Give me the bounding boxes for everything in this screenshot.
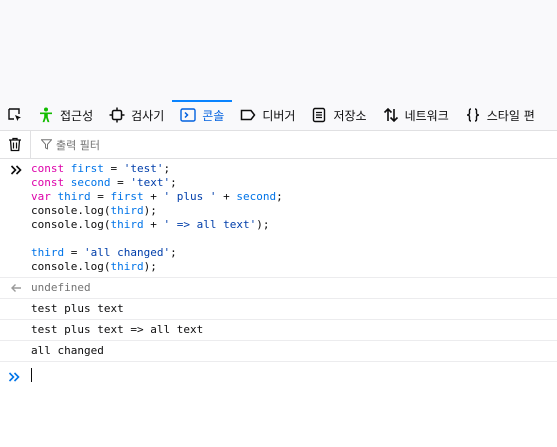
tab-label: 스타일 편 (486, 108, 535, 123)
tab-label: 접근성 (60, 108, 94, 123)
devtools-toolbar: 접근성 검사기 콘솔 디버거 저장소 네트워크 스타일 편 (0, 100, 557, 131)
result-value: undefined (31, 281, 91, 294)
result-entry: undefined (0, 278, 557, 299)
trash-icon (9, 137, 21, 152)
console-icon (180, 108, 196, 122)
filter-icon (41, 139, 52, 150)
tab-label: 저장소 (333, 108, 367, 123)
storage-icon (313, 107, 326, 123)
tab-accessibility[interactable]: 접근성 (30, 100, 101, 130)
tab-style-editor[interactable]: 스타일 편 (457, 100, 543, 130)
accessibility-icon (40, 107, 52, 123)
log-text: test plus text => all text (31, 323, 204, 336)
tab-label: 검사기 (131, 108, 165, 123)
page-blank-area (0, 0, 557, 100)
tab-console[interactable]: 콘솔 (172, 100, 233, 130)
console-output: const first = 'test'; const second = 'te… (0, 159, 557, 362)
tab-inspector[interactable]: 검사기 (101, 100, 172, 130)
console-input-row[interactable] (0, 362, 557, 386)
tab-storage[interactable]: 저장소 (303, 100, 374, 130)
network-icon (383, 107, 398, 123)
input-chevron-icon (8, 163, 24, 177)
tab-label: 네트워크 (404, 108, 449, 123)
element-picker-button[interactable] (0, 100, 30, 130)
text-cursor (31, 368, 32, 382)
log-text: all changed (31, 344, 104, 357)
return-arrow-icon (8, 281, 24, 295)
tab-label: 디버거 (262, 108, 296, 123)
input-code: const first = 'test'; const second = 'te… (31, 162, 283, 273)
log-text: test plus text (31, 302, 124, 315)
console-input-entry: const first = 'test'; const second = 'te… (0, 159, 557, 278)
style-editor-icon (466, 108, 479, 122)
log-message: all changed (0, 341, 557, 362)
element-picker-icon (8, 108, 21, 121)
clear-console-button[interactable] (0, 131, 31, 158)
filter-placeholder: 출력 필터 (56, 138, 100, 152)
filter-output-field[interactable]: 출력 필터 (31, 137, 100, 153)
debugger-icon (241, 109, 256, 121)
console-filter-bar: 출력 필터 (0, 131, 557, 159)
prompt-chevron-icon (8, 368, 20, 387)
log-message: test plus text => all text (0, 320, 557, 341)
inspector-icon (109, 107, 125, 123)
tab-network[interactable]: 네트워크 (375, 100, 457, 130)
log-message: test plus text (0, 299, 557, 320)
tab-debugger[interactable]: 디버거 (232, 100, 303, 130)
tab-label: 콘솔 (202, 108, 225, 123)
